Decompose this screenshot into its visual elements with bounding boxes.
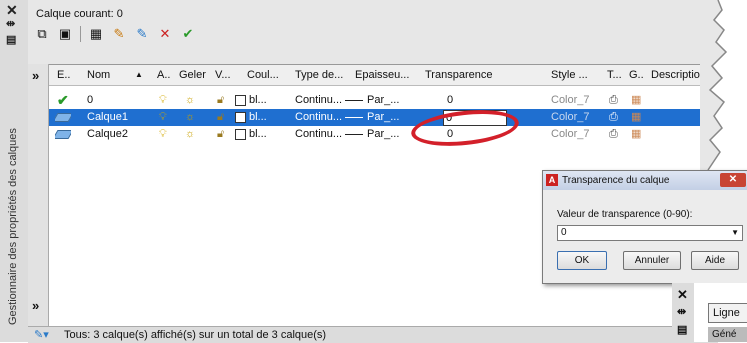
layer-plotstyle[interactable]: Color_7 bbox=[551, 109, 590, 125]
grid-header: E.. Nom ▲ A.. Geler V... Coul... Type de… bbox=[49, 65, 718, 86]
layer-linetype[interactable]: Continu... bbox=[295, 109, 342, 125]
col-linetype[interactable]: Type de... bbox=[295, 67, 343, 83]
dialog-title: Transparence du calque bbox=[562, 175, 670, 186]
palette-vertical-strip: ✕ ⇹ ▤ Gestionnaire des propriétés des ca… bbox=[0, 0, 29, 342]
expand-filter-bottom-icon[interactable]: » bbox=[32, 298, 39, 313]
col-status[interactable]: E.. bbox=[57, 67, 70, 83]
layer-icon bbox=[55, 126, 71, 142]
layer-color[interactable]: bl... bbox=[249, 92, 267, 108]
layer-plotstyle[interactable]: Color_7 bbox=[551, 126, 590, 142]
col-name[interactable]: Nom bbox=[87, 67, 110, 83]
close-icon[interactable]: ✕ bbox=[6, 3, 18, 17]
layer-lineweight[interactable]: Par_... bbox=[367, 109, 399, 125]
col-freeze[interactable]: Geler bbox=[179, 67, 206, 83]
layer-color[interactable]: bl... bbox=[249, 126, 267, 142]
layer-icon bbox=[55, 109, 71, 125]
newvp-freeze-icon[interactable]: ▦ bbox=[631, 109, 641, 125]
sun-icon[interactable]: ☼ bbox=[185, 109, 195, 125]
tab-general[interactable]: Géné bbox=[708, 327, 747, 342]
auto-hide-icon[interactable]: ⇹ bbox=[677, 305, 686, 318]
transparency-dialog: A Transparence du calque ✕ Valeur de tra… bbox=[542, 170, 747, 284]
layer-name[interactable]: Calque1 bbox=[87, 109, 128, 125]
col-plotstyle[interactable]: Style ... bbox=[551, 67, 588, 83]
color-swatch[interactable] bbox=[235, 92, 246, 108]
autocad-logo-icon: A bbox=[546, 174, 558, 186]
col-lineweight[interactable]: Epaisseu... bbox=[355, 67, 409, 83]
col-transparency[interactable]: Transparence bbox=[425, 67, 492, 83]
close-icon[interactable]: ✕ bbox=[720, 173, 746, 187]
sun-icon[interactable]: ☼ bbox=[185, 126, 195, 142]
layer-name[interactable]: 0 bbox=[87, 92, 93, 108]
transparency-value-combo[interactable]: 0 ▼ bbox=[557, 225, 743, 241]
status-text: Tous: 3 calque(s) affiché(s) sur un tota… bbox=[64, 329, 327, 341]
palette-title: Gestionnaire des propriétés des calques bbox=[7, 128, 19, 325]
new-layer-vp-frozen-icon[interactable]: ✎ bbox=[132, 24, 152, 44]
properties-menu-icon[interactable]: ▤ bbox=[677, 323, 687, 336]
expand-filter-icon[interactable]: » bbox=[32, 68, 39, 83]
printer-icon[interactable]: ⎙ bbox=[609, 109, 618, 125]
lineweight-sample bbox=[345, 109, 363, 125]
layer-linetype[interactable]: Continu... bbox=[295, 92, 342, 108]
layer-color[interactable]: bl... bbox=[249, 109, 267, 125]
layer-row[interactable]: Calque2 💡︎ ☼ 🔓︎ bl... Continu... Par_...… bbox=[49, 126, 718, 143]
layer-row-selected[interactable]: Calque1 💡︎ ☼ 🔓︎ bl... Continu... Par_...… bbox=[49, 109, 718, 126]
chevron-down-icon[interactable]: ▼ bbox=[731, 226, 739, 240]
lightbulb-icon[interactable]: 💡︎ bbox=[159, 126, 167, 142]
lineweight-sample bbox=[345, 92, 363, 108]
col-plot[interactable]: T... bbox=[607, 67, 622, 83]
new-property-filter-icon[interactable]: ⧉ bbox=[32, 24, 52, 44]
cancel-button[interactable]: Annuler bbox=[623, 251, 681, 270]
layer-lineweight[interactable]: Par_... bbox=[367, 92, 399, 108]
sun-icon[interactable]: ☼ bbox=[185, 92, 195, 108]
delete-layer-icon[interactable]: ✕ bbox=[155, 24, 175, 44]
newvp-freeze-icon[interactable]: ▦ bbox=[631, 126, 641, 142]
ok-button[interactable]: OK bbox=[557, 251, 607, 270]
layer-name[interactable]: Calque2 bbox=[87, 126, 128, 142]
dialog-titlebar: A Transparence du calque ✕ bbox=[543, 171, 747, 190]
layer-toolbar: ⧉ ▣ ▦ ✎ ✎ ✕ ✔ bbox=[32, 22, 198, 46]
layer-states-manager-icon[interactable]: ▦ bbox=[86, 24, 106, 44]
lightbulb-icon[interactable]: 💡︎ bbox=[159, 92, 167, 108]
unlock-icon[interactable]: 🔓︎ bbox=[217, 126, 224, 142]
color-swatch[interactable] bbox=[235, 126, 246, 142]
filter-icon[interactable]: ✎▾ bbox=[34, 327, 49, 343]
transparency-value-label: Valeur de transparence (0-90): bbox=[557, 209, 693, 220]
second-palette-fragment: ✕ ⇹ ▤ Ligne Géné bbox=[672, 283, 747, 342]
current-layer-check-icon: ✔ bbox=[57, 92, 69, 108]
new-layer-icon[interactable]: ✎ bbox=[109, 24, 129, 44]
current-layer-label: Calque courant: 0 bbox=[36, 8, 123, 20]
second-palette-strip: ✕ ⇹ ▤ bbox=[672, 283, 694, 342]
layer-transparency[interactable]: 0 bbox=[447, 92, 453, 108]
help-button[interactable]: Aide bbox=[691, 251, 739, 270]
newvp-freeze-icon[interactable]: ▦ bbox=[631, 92, 641, 108]
color-swatch[interactable] bbox=[235, 109, 246, 125]
set-current-icon[interactable]: ✔ bbox=[178, 24, 198, 44]
col-description[interactable]: Description bbox=[651, 67, 706, 83]
torn-edge bbox=[700, 0, 747, 171]
unlock-icon[interactable]: 🔓︎ bbox=[217, 109, 224, 125]
sort-icon: ▲ bbox=[135, 70, 143, 79]
col-on[interactable]: A.. bbox=[157, 67, 170, 83]
status-bar: ✎▾ Tous: 3 calque(s) affiché(s) sur un t… bbox=[28, 326, 718, 343]
toolbar-separator bbox=[80, 26, 81, 42]
layer-lineweight[interactable]: Par_... bbox=[367, 126, 399, 142]
printer-icon[interactable]: ⎙ bbox=[609, 92, 618, 108]
lineweight-sample bbox=[345, 126, 363, 142]
tab-ligne[interactable]: Ligne bbox=[708, 303, 747, 323]
lightbulb-icon[interactable]: 💡︎ bbox=[159, 109, 167, 125]
transparency-value[interactable]: 0 bbox=[561, 226, 567, 240]
unlock-icon[interactable]: 🔓︎ bbox=[217, 92, 224, 108]
col-color[interactable]: Coul... bbox=[247, 67, 279, 83]
filter-tree-pane[interactable]: » » bbox=[28, 64, 49, 334]
close-icon[interactable]: ✕ bbox=[677, 287, 688, 303]
layer-row[interactable]: ✔ 0 💡︎ ☼ 🔓︎ bl... Continu... Par_... 0 C… bbox=[49, 92, 718, 109]
printer-icon[interactable]: ⎙ bbox=[609, 126, 618, 142]
col-lock[interactable]: V... bbox=[215, 67, 231, 83]
new-group-filter-icon[interactable]: ▣ bbox=[55, 24, 75, 44]
col-newvp[interactable]: G.. bbox=[629, 67, 644, 83]
layer-linetype[interactable]: Continu... bbox=[295, 126, 342, 142]
layer-plotstyle[interactable]: Color_7 bbox=[551, 92, 590, 108]
